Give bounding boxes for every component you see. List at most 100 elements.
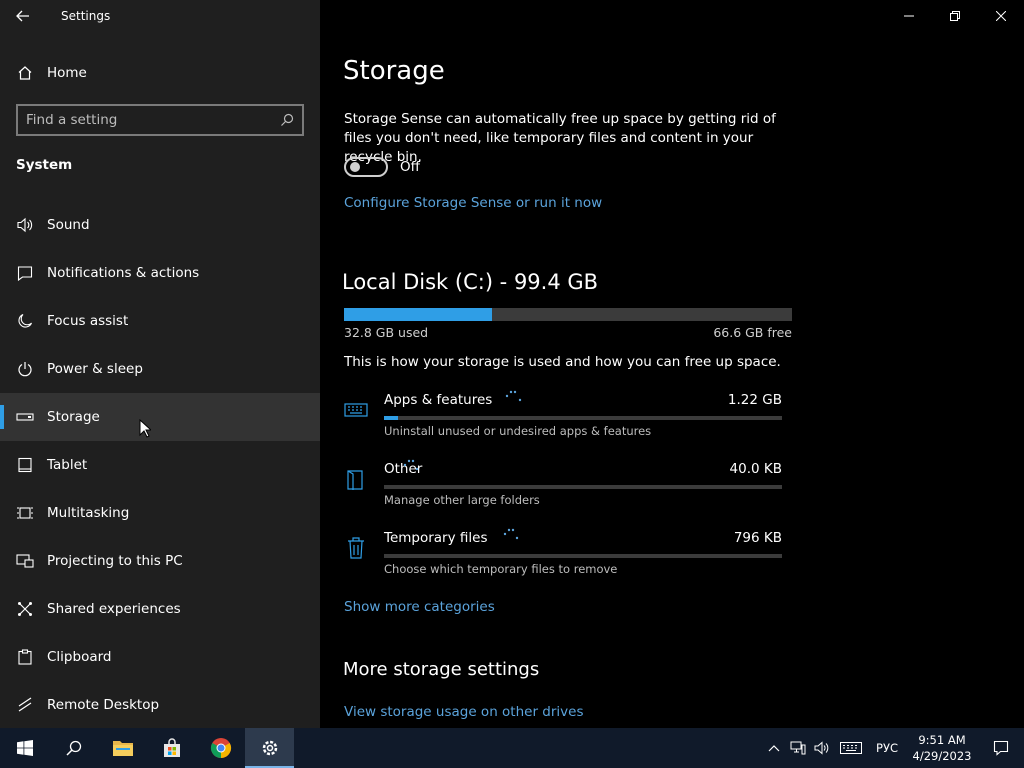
system-tray: РУС 9:51 AM 4/29/2023 — [762, 728, 1024, 768]
home-icon — [16, 64, 34, 82]
page-title: Storage — [343, 56, 445, 86]
network-button[interactable] — [786, 728, 810, 768]
app-title: Settings — [61, 9, 111, 23]
projecting-icon — [16, 552, 34, 570]
disk-usage-bar — [344, 308, 792, 321]
sidebar-item-label: Notifications & actions — [47, 265, 200, 281]
chrome-button[interactable] — [196, 728, 245, 768]
clock-time: 9:51 AM — [918, 733, 966, 747]
minimize-icon — [904, 15, 914, 17]
sidebar-item-focus-assist[interactable]: Focus assist — [0, 297, 320, 345]
tablet-icon — [16, 456, 34, 474]
touch-keyboard-button[interactable] — [834, 728, 868, 768]
category-usage-bar — [384, 554, 782, 558]
sidebar-item-remote-desktop[interactable]: Remote Desktop — [0, 681, 320, 729]
start-button[interactable] — [0, 728, 49, 768]
gear-icon — [262, 740, 277, 756]
clock-date: 4/29/2023 — [912, 749, 972, 763]
storage-sense-toggle[interactable] — [344, 157, 388, 177]
category-name: Apps & features — [384, 392, 493, 408]
loading-spinner-icon — [503, 528, 519, 540]
more-storage-settings-heading: More storage settings — [343, 659, 540, 680]
sidebar-item-label: Remote Desktop — [47, 697, 160, 713]
back-arrow-icon — [16, 10, 29, 22]
category-size: 40.0 KB — [729, 461, 782, 477]
taskbar-search-button[interactable] — [49, 728, 98, 768]
home-label: Home — [47, 65, 87, 81]
volume-icon — [814, 741, 829, 755]
moon-icon — [16, 312, 34, 330]
restore-button[interactable] — [932, 0, 978, 32]
back-button[interactable] — [0, 0, 46, 32]
sidebar-item-label: Focus assist — [47, 313, 129, 329]
sidebar-item-shared-experiences[interactable]: Shared experiences — [0, 585, 320, 633]
category-temporary-files[interactable]: Temporary files 796 KB Choose which temp… — [344, 528, 784, 590]
search-box[interactable] — [16, 104, 304, 136]
microsoft-store-icon — [163, 738, 180, 757]
search-icon[interactable] — [280, 113, 294, 127]
category-name: Temporary files — [384, 530, 488, 546]
category-description: Manage other large folders — [384, 493, 540, 507]
close-icon — [996, 11, 1006, 21]
restore-icon — [950, 11, 960, 21]
speaker-icon — [16, 216, 34, 234]
minimize-button[interactable] — [886, 0, 932, 32]
category-size: 796 KB — [733, 530, 782, 546]
title-bar: Settings — [0, 0, 320, 32]
show-more-categories-link[interactable]: Show more categories — [344, 599, 495, 615]
category-other[interactable]: Other 40.0 KB Manage other large folders — [344, 459, 784, 521]
remote-desktop-icon — [16, 696, 34, 714]
loading-spinner-icon — [505, 390, 522, 402]
sidebar: Settings Home System Sound Notifications… — [0, 0, 320, 728]
sidebar-item-projecting[interactable]: Projecting to this PC — [0, 537, 320, 585]
trash-icon — [348, 537, 364, 559]
sidebar-item-label: Clipboard — [47, 649, 112, 665]
category-apps-features[interactable]: Apps & features 1.22 GB Uninstall unused… — [344, 390, 784, 452]
clock[interactable]: 9:51 AM 4/29/2023 — [906, 732, 978, 764]
search-icon — [65, 740, 81, 756]
toggle-state-label: Off — [400, 159, 420, 175]
network-icon — [790, 741, 806, 755]
sidebar-item-multitasking[interactable]: Multitasking — [0, 489, 320, 537]
sidebar-item-storage[interactable]: Storage — [0, 393, 320, 441]
microsoft-store-button[interactable] — [147, 728, 196, 768]
taskbar: РУС 9:51 AM 4/29/2023 — [0, 728, 1024, 768]
home-nav-item[interactable]: Home — [0, 52, 320, 94]
category-description: Uninstall unused or undesired apps & fea… — [384, 424, 652, 438]
shared-experiences-icon — [16, 600, 34, 618]
storage-drive-icon — [16, 408, 34, 426]
disk-used-label: 32.8 GB used — [344, 325, 429, 340]
sidebar-item-sound[interactable]: Sound — [0, 201, 320, 249]
sidebar-item-power-sleep[interactable]: Power & sleep — [0, 345, 320, 393]
mouse-cursor-icon — [139, 419, 151, 438]
file-explorer-button[interactable] — [98, 728, 147, 768]
volume-button[interactable] — [810, 728, 834, 768]
show-hidden-icons-button[interactable] — [762, 728, 786, 768]
usage-description: This is how your storage is used and how… — [344, 354, 781, 370]
category-usage-bar — [384, 485, 782, 489]
nav-list: Sound Notifications & actions Focus assi… — [0, 201, 320, 729]
chevron-up-icon — [768, 745, 780, 752]
power-icon — [16, 360, 34, 378]
close-button[interactable] — [978, 0, 1024, 32]
search-input[interactable] — [26, 112, 280, 128]
windows-logo-icon — [16, 740, 33, 756]
sidebar-item-label: Shared experiences — [47, 601, 181, 617]
action-center-button[interactable] — [978, 728, 1024, 768]
sidebar-item-label: Power & sleep — [47, 361, 143, 377]
keyboard-icon — [344, 403, 368, 417]
disk-free-label: 66.6 GB free — [713, 325, 792, 340]
settings-taskbar-button[interactable] — [245, 728, 294, 768]
sidebar-item-tablet[interactable]: Tablet — [0, 441, 320, 489]
category-usage-bar-fill — [384, 416, 398, 420]
view-other-drives-link[interactable]: View storage usage on other drives — [344, 704, 584, 720]
category-description: Choose which temporary files to remove — [384, 562, 618, 576]
sidebar-item-notifications[interactable]: Notifications & actions — [0, 249, 320, 297]
file-explorer-icon — [112, 741, 133, 756]
sidebar-item-clipboard[interactable]: Clipboard — [0, 633, 320, 681]
configure-storage-sense-link[interactable]: Configure Storage Sense or run it now — [344, 195, 602, 211]
sidebar-item-label: Multitasking — [47, 505, 130, 521]
input-language[interactable]: РУС — [868, 741, 906, 755]
category-usage-bar — [384, 416, 782, 420]
sidebar-item-label: Sound — [47, 217, 90, 233]
